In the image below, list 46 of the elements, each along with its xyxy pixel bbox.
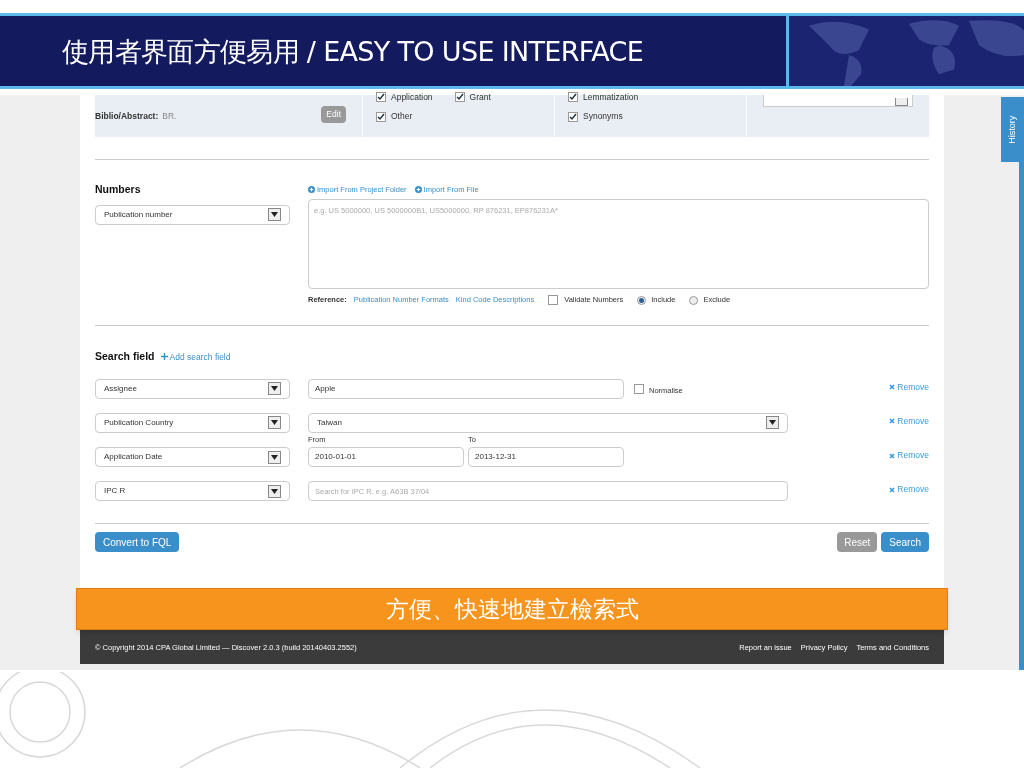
remove-link[interactable]: Remove — [889, 381, 929, 394]
checkbox[interactable] — [376, 91, 386, 102]
caption-banner: 方便、快速地建立檢索式 — [76, 588, 948, 630]
checkbox-label: Synonyms — [583, 110, 623, 123]
checkbox[interactable] — [634, 383, 644, 394]
remove-link[interactable]: Remove — [889, 449, 929, 462]
close-icon — [889, 452, 896, 459]
field-label: Biblio/Abstract: — [95, 110, 159, 123]
date-field[interactable]: 2010-01-01 — [308, 447, 464, 467]
close-icon — [889, 384, 896, 391]
text-field[interactable]: Apple — [308, 378, 624, 399]
checkbox[interactable] — [568, 91, 578, 102]
remove-link[interactable]: Remove — [889, 483, 929, 496]
edit-button[interactable]: Edit — [321, 106, 346, 123]
remove-link[interactable]: Remove — [889, 415, 929, 428]
plus-circle-icon — [308, 186, 315, 193]
checkbox-label: Lemmatization — [583, 90, 639, 104]
plus-circle-icon — [414, 186, 422, 193]
dropdown-select[interactable]: Publication number — [95, 204, 290, 225]
search-button[interactable]: Search — [881, 532, 929, 552]
reset-button[interactable]: Reset — [837, 532, 878, 552]
checkbox-label: Application — [391, 90, 433, 104]
date-field[interactable]: 2013-12-31 — [468, 447, 624, 467]
dropdown-select[interactable]: Taiwan — [308, 412, 788, 433]
checkbox[interactable] — [548, 295, 559, 305]
checkbox[interactable] — [568, 111, 578, 122]
section-heading: Search field — [95, 349, 155, 364]
checkbox[interactable] — [454, 91, 465, 102]
radio-button[interactable] — [689, 295, 699, 305]
convert-button[interactable]: Convert to FQL — [95, 532, 180, 552]
checkbox-label: Grant — [469, 90, 491, 104]
radio-button[interactable] — [637, 295, 647, 305]
field-value: BR. — [162, 110, 177, 123]
dropdown-select[interactable]: Assignee — [95, 378, 290, 399]
close-icon — [889, 486, 896, 493]
checkbox[interactable] — [376, 111, 386, 122]
slide-title: 使用者界面方便易用 / EASY TO USE INTERFACE — [62, 37, 644, 65]
dropdown-select[interactable]: Application Date — [95, 447, 290, 467]
dropdown-select[interactable]: IPC R — [95, 481, 290, 501]
add-search-field-link[interactable]: Add search field — [160, 350, 231, 364]
section-heading: Numbers — [95, 182, 142, 197]
checkbox-label: Other — [391, 110, 413, 123]
history-tab[interactable]: History — [1001, 97, 1024, 162]
plus-icon — [160, 353, 168, 361]
dropdown-select[interactable]: Publication Country — [95, 412, 290, 433]
close-icon — [889, 418, 896, 425]
